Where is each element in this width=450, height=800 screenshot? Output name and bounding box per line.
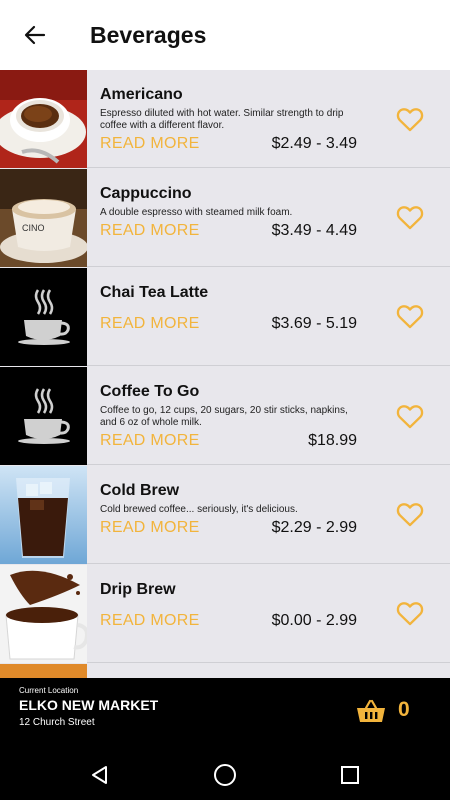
circle-home-icon <box>214 764 236 786</box>
item-price: $0.00 - 2.99 <box>271 612 357 629</box>
system-nav-bar <box>0 750 450 800</box>
item-price: $2.29 - 2.99 <box>271 519 357 536</box>
item-description: Cold brewed coffee... seriously, it's de… <box>100 504 298 515</box>
item-price: $18.99 <box>308 432 357 449</box>
item-name: Cold Brew <box>100 482 180 499</box>
list-item-coffee-to-go[interactable]: Coffee To Go Coffee to go, 12 cups, 20 s… <box>0 367 450 465</box>
list-item-chai-tea-latte[interactable]: Chai Tea Latte READ MORE $3.69 - 5.19 <box>0 268 450 366</box>
item-description: Coffee to go, 12 cups, 20 sugars, 20 sti… <box>100 405 348 428</box>
drip-brew-image <box>0 565 87 663</box>
partial-item-image <box>0 664 87 678</box>
nav-home-button[interactable] <box>207 757 243 793</box>
item-name: Cappuccino <box>100 185 192 202</box>
list-item-partial[interactable] <box>0 664 450 678</box>
item-price: $3.49 - 4.49 <box>271 222 357 239</box>
item-price: $2.49 - 3.49 <box>271 135 357 152</box>
svg-text:CINO: CINO <box>22 223 45 233</box>
list-item-cappuccino[interactable]: CINO Cappuccino A double espresso with s… <box>0 169 450 267</box>
americano-image <box>0 70 87 168</box>
page-title: Beverages <box>90 21 207 48</box>
current-location-label: Current Location <box>19 686 79 695</box>
item-name: Chai Tea Latte <box>100 284 209 301</box>
app-bar: Beverages <box>0 0 450 70</box>
heart-outline-icon[interactable] <box>396 204 424 230</box>
arrow-left-icon <box>24 25 46 45</box>
cart-count[interactable]: 0 <box>398 698 410 722</box>
list-item-americano[interactable]: Americano Espresso diluted with hot wate… <box>0 70 450 168</box>
list-item-drip-brew[interactable]: Drip Brew READ MORE $0.00 - 2.99 <box>0 565 450 663</box>
store-name: ELKO NEW MARKET <box>19 697 159 713</box>
item-name: Americano <box>100 86 183 103</box>
coffee-cup-placeholder-image <box>0 367 87 465</box>
heart-outline-icon[interactable] <box>396 403 424 429</box>
read-more-link[interactable]: READ MORE <box>100 519 200 537</box>
read-more-link[interactable]: READ MORE <box>100 315 200 333</box>
item-description: Espresso diluted with hot water. Similar… <box>100 108 344 131</box>
read-more-link[interactable]: READ MORE <box>100 135 200 153</box>
square-recents-icon <box>341 766 359 784</box>
basket-icon[interactable] <box>356 698 386 724</box>
read-more-link[interactable]: READ MORE <box>100 432 200 450</box>
coffee-cup-placeholder-image <box>0 268 87 366</box>
nav-recents-button[interactable] <box>332 757 368 793</box>
list-item-cold-brew[interactable]: Cold Brew Cold brewed coffee... seriousl… <box>0 466 450 564</box>
read-more-link[interactable]: READ MORE <box>100 222 200 240</box>
back-button[interactable] <box>0 0 70 70</box>
cold-brew-image <box>0 466 87 564</box>
heart-outline-icon[interactable] <box>396 303 424 329</box>
nav-back-button[interactable] <box>82 757 118 793</box>
cappuccino-image: CINO <box>0 169 87 267</box>
triangle-back-icon <box>92 766 107 784</box>
heart-outline-icon[interactable] <box>396 501 424 527</box>
item-description: A double espresso with steamed milk foam… <box>100 207 293 218</box>
item-name: Drip Brew <box>100 581 176 598</box>
heart-outline-icon[interactable] <box>396 600 424 626</box>
store-address: 12 Church Street <box>19 717 95 728</box>
location-bar[interactable]: Current Location ELKO NEW MARKET 12 Chur… <box>0 678 450 750</box>
read-more-link[interactable]: READ MORE <box>100 612 200 630</box>
beverage-list[interactable]: Americano Espresso diluted with hot wate… <box>0 70 450 678</box>
item-name: Coffee To Go <box>100 383 200 400</box>
heart-outline-icon[interactable] <box>396 106 424 132</box>
item-price: $3.69 - 5.19 <box>271 315 357 332</box>
